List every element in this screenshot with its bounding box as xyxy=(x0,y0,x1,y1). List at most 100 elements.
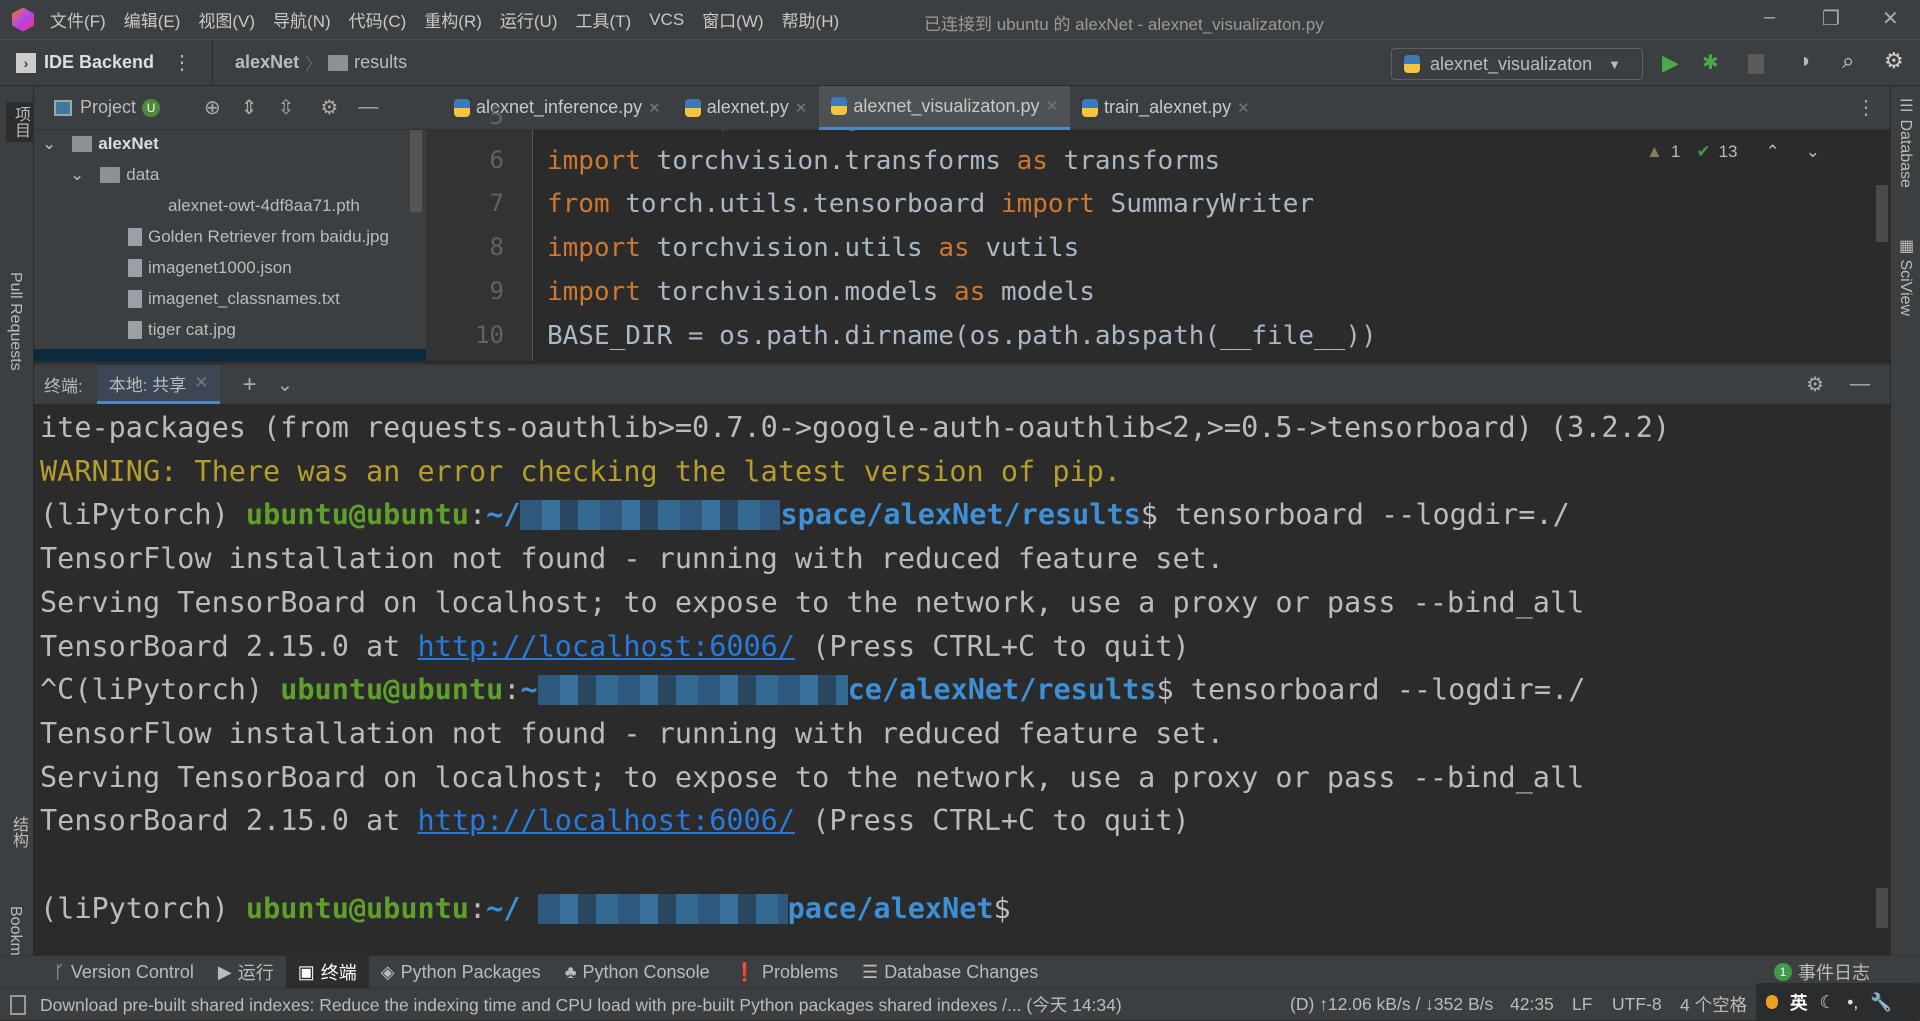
tool-运行[interactable]: ▶ 运行 xyxy=(206,956,286,989)
project-panel-title[interactable]: Project xyxy=(80,97,136,118)
ide-backend-label[interactable]: IDE Backend xyxy=(44,52,154,73)
code-editor[interactable]: ▲1 ✔13 ⌃ ⌄ from PIL import Imageimport t… xyxy=(533,130,1890,361)
line-number: 10 xyxy=(475,320,504,349)
terminal-text: (liPytorch) xyxy=(40,498,246,532)
status-message[interactable]: Download pre-built shared indexes: Reduc… xyxy=(40,992,1122,1017)
close-icon[interactable]: ✕ xyxy=(1237,99,1250,117)
tool-sciview[interactable]: ▦ SciView xyxy=(1896,236,1915,316)
tab-alexnet-visualizaton-py[interactable]: alexnet_visualizaton.py ✕ xyxy=(819,85,1071,130)
gear-icon[interactable]: ⚙ xyxy=(1806,372,1824,397)
inspection-widget[interactable]: ▲ 1 ✔ 13 ⌃ ⌄ xyxy=(1646,142,1820,162)
breadcrumb-folder[interactable]: results xyxy=(354,52,407,73)
menu-item[interactable]: 编辑(E) xyxy=(124,7,181,32)
ime-mode[interactable]: 英 xyxy=(1790,990,1808,1015)
localhost-link[interactable]: http://localhost:6006/ xyxy=(418,625,796,669)
chevron-down-icon: ▼ xyxy=(1608,56,1621,72)
menu-item[interactable]: 帮助(H) xyxy=(782,7,840,32)
gear-icon[interactable]: ⚙ xyxy=(320,95,338,120)
tool-终端[interactable]: ▣ 终端 xyxy=(285,955,369,989)
tool-version-control[interactable]: ᚴ Version Control xyxy=(42,956,206,989)
tab-train-alexnet-py[interactable]: train_alexnet.py ✕ xyxy=(1070,86,1262,130)
terminal-scrollbar[interactable] xyxy=(1876,888,1888,928)
tool-project[interactable]: 项目 xyxy=(6,102,34,142)
cursor-position[interactable]: 42:35 xyxy=(1510,994,1554,1015)
menu-item[interactable]: 导航(N) xyxy=(273,7,331,32)
ime-toolbar[interactable]: 英 ☾ •, 🔧 xyxy=(1756,983,1920,1021)
run-configuration-select[interactable]: alexnet_visualizaton ▼ xyxy=(1391,48,1643,80)
hide-icon[interactable]: — xyxy=(1850,373,1870,396)
line-number: 9 xyxy=(489,276,504,305)
coverage-icon[interactable]: ◗ xyxy=(1800,50,1812,73)
menu-item[interactable]: 重构(R) xyxy=(424,7,482,32)
tree-item[interactable]: imagenet_classnames.txt xyxy=(128,289,340,309)
moon-icon[interactable]: ☾ xyxy=(1820,992,1836,1013)
status-panel-icon[interactable] xyxy=(10,994,26,1015)
close-icon[interactable]: ✕ xyxy=(194,373,208,393)
close-icon[interactable]: ✕ xyxy=(648,99,661,117)
tool-python-console[interactable]: ♣ Python Console xyxy=(553,956,722,989)
menu-item[interactable]: 运行(U) xyxy=(500,7,558,32)
tab-alexnet-inference-py[interactable]: alexnet_inference.py ✕ xyxy=(442,86,673,130)
tool-pull-requests[interactable]: Pull Requests xyxy=(6,272,24,371)
menu-item[interactable]: 代码(C) xyxy=(349,7,407,32)
code-text: models xyxy=(1000,276,1095,307)
tab-alexnet-py[interactable]: alexnet.py ✕ xyxy=(673,86,820,130)
close-icon[interactable]: ✕ xyxy=(1045,97,1058,115)
chevron-down-icon[interactable]: ⌄ xyxy=(42,134,56,154)
tool-database-changes[interactable]: ☰ Database Changes xyxy=(850,956,1050,989)
expand-all-icon[interactable]: ⇕ xyxy=(241,95,258,120)
menu-item[interactable]: 文件(F) xyxy=(50,7,106,32)
tool-structure[interactable]: 结构 xyxy=(6,816,30,848)
indent-setting[interactable]: 4 个空格 xyxy=(1680,992,1747,1017)
breadcrumb-project[interactable]: alexNet xyxy=(235,52,299,73)
file-encoding[interactable]: UTF-8 xyxy=(1612,994,1662,1015)
minimize-button[interactable]: – xyxy=(1764,6,1775,29)
terminal-line: ite-packages (from requests-oauthlib>=0.… xyxy=(40,406,1670,450)
chevron-down-icon[interactable]: ⌄ xyxy=(1806,142,1820,162)
terminal-text: TensorBoard 2.15.0 at xyxy=(40,804,418,838)
chevron-up-icon[interactable]: ⌃ xyxy=(1766,142,1780,162)
search-icon[interactable]: ⌕ xyxy=(1842,48,1854,74)
punctuation-icon[interactable]: •, xyxy=(1847,992,1858,1013)
tree-item[interactable]: Golden Retriever from baidu.jpg xyxy=(128,227,389,247)
editor-scrollbar[interactable] xyxy=(1876,185,1888,242)
tree-item[interactable]: imagenet1000.json xyxy=(128,258,292,278)
tree-item[interactable]: alexnet-owt-4df8aa71.pth xyxy=(168,196,360,216)
project-scrollbar[interactable] xyxy=(410,130,422,212)
selected-tree-row[interactable] xyxy=(34,349,426,361)
localhost-link[interactable]: http://localhost:6006/ xyxy=(418,799,796,843)
wrench-icon[interactable]: 🔧 xyxy=(1870,992,1892,1013)
tree-item[interactable]: tiger cat.jpg xyxy=(128,320,236,340)
code-text: PIL xyxy=(625,130,688,132)
run-icon[interactable]: ▶ xyxy=(1662,50,1679,76)
locate-icon[interactable]: ⊕ xyxy=(204,95,221,120)
menu-item[interactable]: 窗口(W) xyxy=(702,7,763,32)
close-button[interactable]: ✕ xyxy=(1882,6,1899,31)
code-text: torchvision.utils xyxy=(656,233,939,264)
close-icon[interactable]: ✕ xyxy=(795,99,808,117)
line-separator[interactable]: LF xyxy=(1572,994,1592,1015)
keyword: from xyxy=(547,130,625,132)
tool-problems[interactable]: ❗ Problems xyxy=(722,956,850,989)
stop-icon[interactable] xyxy=(1748,54,1764,74)
chevron-down-icon[interactable]: ⌄ xyxy=(70,165,84,185)
menu-item[interactable]: 视图(V) xyxy=(198,7,255,32)
tool-database[interactable]: ☰ Database xyxy=(1896,96,1915,188)
menu-item[interactable]: 工具(T) xyxy=(576,7,632,32)
debug-bug-icon[interactable]: ✱ xyxy=(1702,50,1719,75)
menu-item[interactable]: VCS xyxy=(649,10,684,30)
tree-item[interactable]: ⌄ data xyxy=(70,165,159,185)
chevron-down-icon[interactable]: ⌄ xyxy=(276,372,293,397)
collapse-all-icon[interactable]: ⇳ xyxy=(278,95,295,120)
more-icon[interactable]: ⋮ xyxy=(172,50,192,75)
tree-item[interactable]: ⌄ alexNet xyxy=(42,134,159,154)
terminal-tab[interactable]: 本地: 共享 ✕ xyxy=(96,365,221,404)
hide-icon[interactable]: — xyxy=(358,96,378,119)
restore-button[interactable]: ❐ xyxy=(1822,6,1840,31)
tool-python-packages[interactable]: ◈ Python Packages xyxy=(369,956,553,989)
terminal-text: : xyxy=(468,891,487,925)
add-icon[interactable]: + xyxy=(242,371,256,399)
terminal-output[interactable]: ite-packages (from requests-oauthlib>=0.… xyxy=(34,404,1890,930)
gear-icon[interactable]: ⚙ xyxy=(1884,48,1904,74)
more-icon[interactable]: ⋮ xyxy=(1856,95,1876,120)
